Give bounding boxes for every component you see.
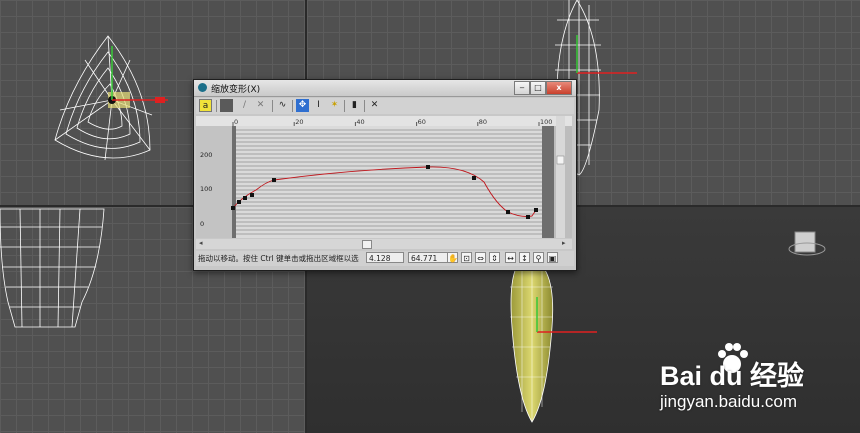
display-x-icon[interactable] (220, 99, 233, 112)
deformation-curve-plot: 0 20 40 60 80 100 200 100 0 (196, 116, 572, 238)
scale-control-point-icon[interactable]: I (312, 99, 325, 112)
vertical-scrollbar[interactable] (556, 116, 565, 238)
view-cube-icon[interactable] (794, 231, 816, 253)
control-point[interactable] (237, 200, 241, 204)
reset-curve-icon[interactable]: ✕ (368, 99, 381, 112)
dialog-status-bar: 拖动以移动。按住 Ctrl 键单击或拖出区域框以选 4.128 64.771 ✋… (196, 251, 574, 266)
delete-control-point-icon[interactable]: ▮ (348, 99, 361, 112)
y-value-field[interactable]: 64.771 (408, 252, 448, 263)
vertical-scroll-thumb[interactable] (556, 155, 565, 165)
display-y-icon[interactable]: ∕ (238, 99, 251, 112)
zoom-region-icon[interactable]: ▣ (547, 252, 558, 263)
control-point[interactable] (272, 178, 276, 182)
control-point[interactable] (506, 210, 510, 214)
display-xy-icon[interactable]: ✕ (254, 99, 267, 112)
zoom-horizontal-extents-icon[interactable]: ⇔ (475, 252, 486, 263)
close-button[interactable]: x (546, 81, 572, 95)
top-ruler-label: 60 (418, 118, 426, 126)
control-point[interactable] (472, 176, 476, 180)
maximize-button[interactable]: □ (530, 81, 546, 95)
watermark-brand: Bai du 经验 (660, 361, 805, 391)
control-point[interactable] (250, 193, 254, 197)
curve-graph[interactable]: 0 20 40 60 80 100 200 100 0 (196, 116, 572, 238)
top-ruler-label: 100 (540, 118, 552, 126)
top-ruler-label: 80 (479, 118, 487, 126)
top-ruler-label: 40 (356, 118, 364, 126)
scroll-left-arrow-icon[interactable]: ◂ (199, 239, 203, 247)
lock-aspect-icon[interactable]: a (199, 99, 212, 112)
dialog-toolbar: a ∕ ✕ ∿ ✥ I ✶ ▮ ✕ (196, 98, 574, 114)
watermark-url: jingyan.baidu.com (660, 392, 798, 411)
zoom-horizontal-icon[interactable]: ↔ (505, 252, 516, 263)
zoom-vertical-extents-icon[interactable]: ⇕ (489, 252, 500, 263)
control-point[interactable] (426, 165, 430, 169)
right-boundary-band (542, 126, 554, 238)
zoom-extents-icon[interactable]: ⊡ (461, 252, 472, 263)
control-point[interactable] (231, 206, 235, 210)
dialog-titlebar[interactable]: 缩放变形(X) ‒ □ x (194, 80, 576, 97)
top-ruler-label: 20 (295, 118, 303, 126)
left-ruler-label: 100 (200, 185, 212, 193)
dialog-title: 缩放变形(X) (211, 85, 261, 95)
minimize-button[interactable]: ‒ (514, 81, 530, 95)
zoom-vertical-icon[interactable]: ↕ (519, 252, 530, 263)
x-value-field[interactable]: 4.128 (366, 252, 404, 263)
baidu-jingyan-watermark: Bai du 经验 jingyan.baidu.com (660, 343, 840, 414)
control-point[interactable] (243, 196, 247, 200)
swap-curves-icon[interactable]: ∿ (276, 99, 289, 112)
scroll-right-arrow-icon[interactable]: ▸ (562, 239, 566, 247)
app-logo-icon (198, 83, 207, 92)
pan-hand-icon[interactable]: ✋ (447, 252, 458, 263)
move-control-point-icon[interactable]: ✥ (296, 99, 309, 112)
scale-deformation-dialog: 缩放变形(X) ‒ □ x a ∕ ✕ ∿ ✥ I ✶ ▮ ✕ 020 40 6… (193, 79, 577, 271)
control-point[interactable] (526, 215, 530, 219)
left-boundary-band (232, 126, 236, 238)
status-hint: 拖动以移动。按住 Ctrl 键单击或拖出区域框以选 (198, 254, 359, 263)
control-point[interactable] (534, 208, 538, 212)
left-ruler-label: 200 (200, 151, 212, 159)
horizontal-scrollbar[interactable]: ◂ ▸ (196, 239, 572, 249)
insert-corner-point-icon[interactable]: ✶ (328, 99, 341, 112)
zoom-icon[interactable]: ⚲ (533, 252, 544, 263)
left-ruler-label: 0 (200, 220, 204, 228)
top-ruler-label: 0 (234, 118, 238, 126)
horizontal-scroll-thumb[interactable] (362, 240, 372, 249)
